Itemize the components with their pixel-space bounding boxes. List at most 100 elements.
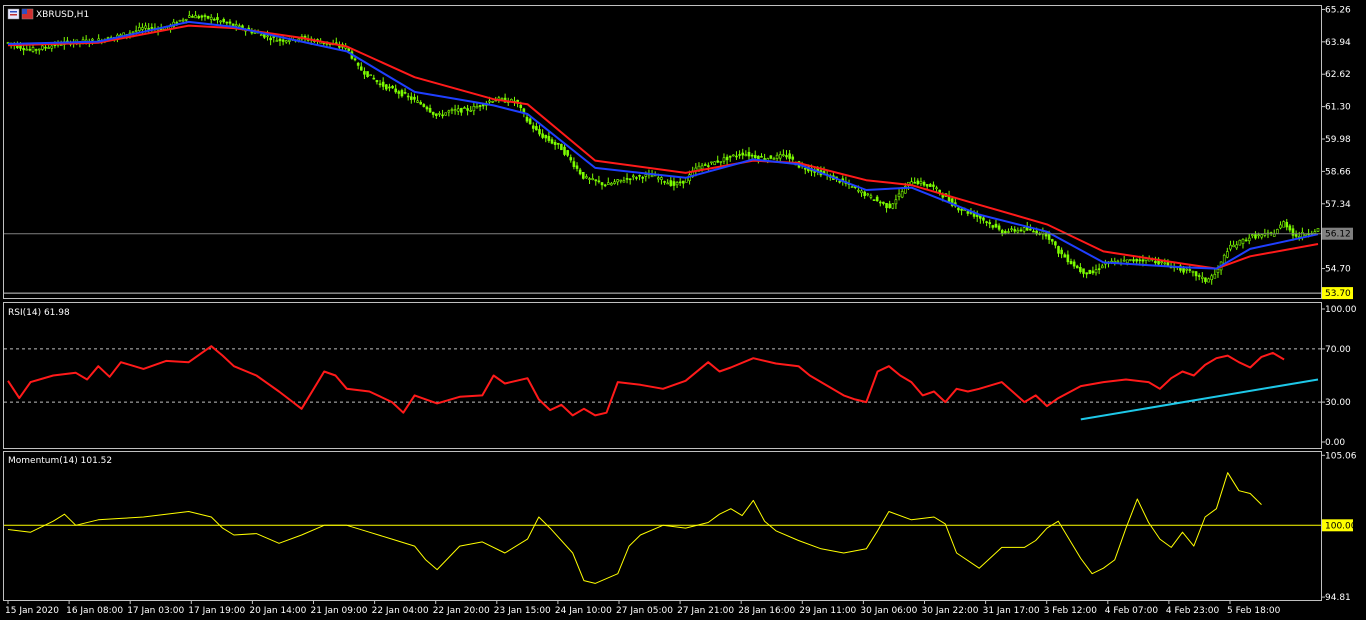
candle-body [1213, 274, 1217, 279]
candle-body [966, 211, 970, 214]
candle [622, 176, 626, 183]
candle-body [388, 86, 391, 89]
candle-body [735, 155, 738, 158]
candle [435, 113, 438, 119]
time-axis-label: 27 Jan 05:00 [616, 606, 673, 616]
candle-body [363, 71, 366, 75]
candle [741, 148, 745, 160]
rsi-panel[interactable] [4, 345, 1321, 421]
momentum-panel[interactable] [4, 472, 1321, 584]
candle-body [531, 125, 535, 129]
candle-body [1088, 269, 1092, 275]
time-axis-label: 5 Feb 18:00 [1227, 606, 1281, 616]
candle-body [563, 146, 566, 155]
candle-body [209, 16, 213, 20]
candle [363, 67, 366, 80]
candle-body [356, 62, 360, 66]
candle-body [1082, 268, 1085, 274]
candle [1010, 225, 1013, 233]
candle-body [778, 154, 782, 159]
candle [631, 173, 635, 181]
candle-body [34, 49, 38, 51]
candle [578, 167, 582, 176]
candle [1241, 238, 1245, 249]
candle [172, 18, 176, 29]
price-axis-tick-label: 65.26 [1325, 5, 1351, 15]
candle-body [1166, 262, 1170, 266]
candle [994, 219, 998, 229]
candle-body [838, 180, 841, 183]
candle [1316, 228, 1320, 232]
candle [672, 177, 676, 191]
candle [1194, 271, 1198, 281]
time-axis-label: 27 Jan 21:00 [677, 606, 734, 616]
trading-chart[interactable]: 65.26 63.94 62.62 61.30 59.98 58.66 57.34 54.70… [0, 0, 1366, 620]
candle-body [897, 193, 901, 197]
candle-body [575, 165, 579, 169]
candle [491, 100, 494, 103]
candle [1251, 233, 1254, 239]
candle [791, 154, 795, 163]
candle [413, 93, 416, 103]
candle [97, 34, 100, 42]
candle-body [782, 154, 785, 156]
price-panel[interactable] [4, 10, 1321, 294]
candle-body [788, 153, 791, 159]
candle [666, 179, 669, 185]
candle-body [188, 15, 191, 18]
candle [1247, 233, 1251, 245]
candle-body [431, 111, 435, 115]
candle-body [178, 19, 182, 22]
candle [410, 92, 413, 104]
candle-body [1188, 269, 1192, 271]
candle-body [1282, 221, 1285, 228]
candle-body [769, 155, 773, 159]
candle [1285, 218, 1289, 231]
momentum-level-badge: 100.00 [1325, 521, 1357, 531]
candle [613, 179, 616, 185]
candle [610, 182, 613, 186]
symbol-flag-icon [7, 8, 34, 20]
candle-body [585, 176, 588, 179]
candle [375, 79, 379, 85]
candle [1104, 259, 1107, 269]
candle-body [1050, 239, 1054, 242]
candle [1204, 277, 1207, 284]
candle-body [610, 183, 613, 186]
candle [356, 61, 360, 70]
candle-body [613, 181, 616, 184]
candle-body [406, 95, 410, 98]
candle-body [991, 225, 995, 228]
candle-body [850, 186, 854, 188]
candle-body [1019, 229, 1023, 232]
candle [929, 182, 932, 187]
candle-body [738, 154, 741, 156]
candle [1157, 257, 1160, 266]
candle-body [960, 208, 963, 211]
axes: 65.26 63.94 62.62 61.30 59.98 58.66 57.34 54.70… [5, 5, 1357, 616]
candle-body [488, 100, 491, 103]
candle [1122, 255, 1126, 262]
candle-body [1154, 260, 1157, 264]
time-axis-label: 22 Jan 04:00 [372, 606, 429, 616]
candle-body [456, 108, 460, 112]
candle-body [619, 179, 623, 182]
candle [188, 10, 191, 18]
candle [922, 180, 926, 187]
candle [569, 154, 573, 163]
candle-body [916, 180, 920, 185]
candle-body [1216, 269, 1220, 273]
candle [732, 154, 735, 157]
candle [1279, 221, 1282, 230]
candle-body [1097, 268, 1101, 270]
ma-fast-line [7, 20, 1319, 270]
candle [1072, 259, 1076, 269]
candle-body [1316, 228, 1320, 232]
candle-body [878, 201, 882, 204]
candle [935, 185, 938, 192]
candle-body [603, 184, 607, 187]
candle-body [385, 84, 388, 90]
candle [447, 109, 451, 117]
candle [916, 178, 920, 186]
candle-body [919, 181, 923, 184]
